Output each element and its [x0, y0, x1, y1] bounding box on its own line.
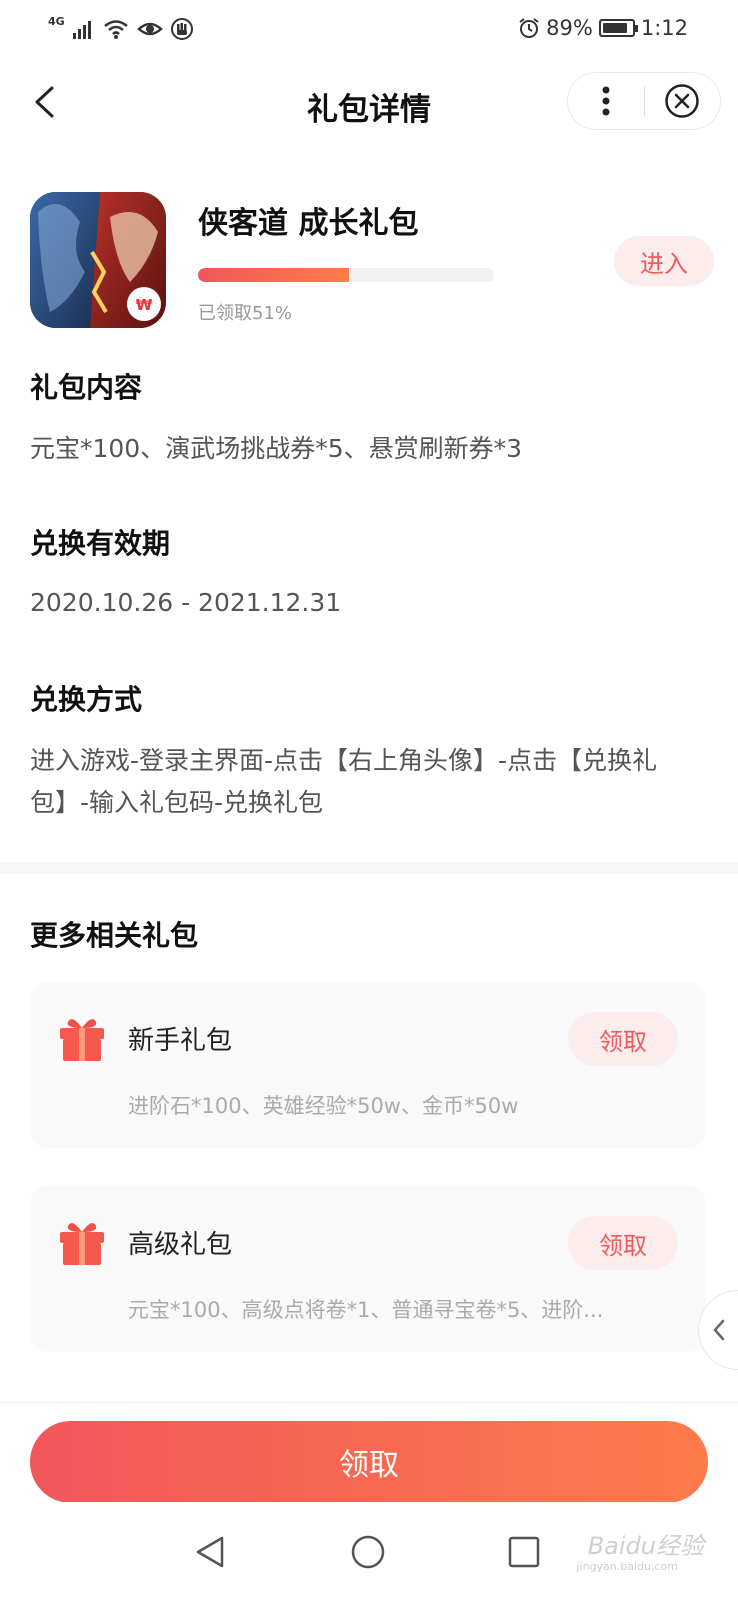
battery-percent: 89% — [546, 16, 593, 40]
nav-back-button[interactable] — [188, 1530, 232, 1574]
close-button[interactable] — [645, 72, 721, 130]
hand-icon — [170, 18, 193, 40]
svg-text:₩: ₩ — [136, 296, 153, 314]
gift-icon — [60, 1019, 104, 1061]
eye-icon — [136, 22, 163, 36]
claimed-percent-text: 已领取51% — [198, 303, 293, 324]
header: 礼包详情 — [0, 62, 738, 148]
alarm-icon — [519, 18, 539, 38]
section-divider — [0, 862, 738, 874]
gift-name: 新手礼包 — [128, 1026, 233, 1056]
gift-content: 进阶石*100、英雄经验*50w、金币*50w — [128, 1094, 519, 1118]
mini-program-capsule — [567, 72, 721, 130]
watermark-logo: Baidu经验 — [587, 1532, 704, 1560]
claim-progress-bar — [198, 268, 494, 282]
network-type: 4G — [48, 14, 65, 28]
gift-name: 高级礼包 — [128, 1230, 233, 1260]
chevron-left-icon — [712, 1319, 724, 1341]
more-vertical-icon — [602, 86, 610, 116]
clock: 1:12 — [640, 16, 688, 40]
square-recents-icon — [508, 1536, 540, 1568]
gift-content: 元宝*100、高级点将卷*1、普通寻宝卷*5、进阶... — [128, 1298, 604, 1322]
enter-game-button[interactable]: 进入 — [614, 236, 714, 286]
triangle-back-icon — [196, 1536, 224, 1568]
gift-card[interactable]: 新手礼包 领取 进阶石*100、英雄经验*50w、金币*50w — [30, 982, 706, 1148]
method-section-title: 兑换方式 — [30, 683, 143, 716]
gift-claim-button[interactable]: 领取 — [568, 1012, 678, 1066]
nav-recents-button[interactable] — [502, 1530, 546, 1574]
status-right: 89% 1:12 — [518, 16, 688, 40]
game-info: ₩ 侠客道 成长礼包 已领取51% 进入 — [30, 192, 714, 332]
status-left: 4G — [48, 14, 193, 40]
wifi-icon — [103, 20, 128, 39]
game-app-icon[interactable]: ₩ — [30, 192, 166, 328]
claim-progress-fill — [198, 268, 349, 282]
more-button[interactable] — [568, 72, 644, 130]
gift-pack-title: 侠客道 成长礼包 — [198, 206, 419, 241]
battery-icon — [598, 19, 638, 37]
more-gifts-section-title: 更多相关礼包 — [30, 919, 199, 952]
bottom-action-bar: 领取 — [0, 1402, 738, 1503]
validity-section-title: 兑换有效期 — [30, 527, 171, 560]
gift-icon — [60, 1223, 104, 1265]
validity-section-text: 2020.10.26 - 2021.12.31 — [30, 588, 342, 617]
content-section-title: 礼包内容 — [30, 371, 143, 404]
claim-button[interactable]: 领取 — [30, 1421, 708, 1503]
watermark-url: jingyan.baidu.com — [576, 1560, 678, 1573]
circle-home-icon — [351, 1535, 385, 1569]
close-circle-icon — [665, 84, 699, 118]
method-section-text: 进入游戏-登录主界面-点击【右上角头像】-点击【兑换礼包】-输入礼包码-兑换礼包 — [30, 746, 658, 817]
battery-level — [602, 23, 628, 33]
signal-icon — [72, 21, 91, 39]
content-section-text: 元宝*100、演武场挑战券*5、悬赏刷新券*3 — [30, 434, 523, 463]
status-bar: 4G 89% 1:12 — [0, 0, 738, 62]
gift-claim-button[interactable]: 领取 — [568, 1216, 678, 1270]
gift-card[interactable]: 高级礼包 领取 元宝*100、高级点将卷*1、普通寻宝卷*5、进阶... — [30, 1186, 706, 1352]
nav-home-button[interactable] — [346, 1530, 390, 1574]
